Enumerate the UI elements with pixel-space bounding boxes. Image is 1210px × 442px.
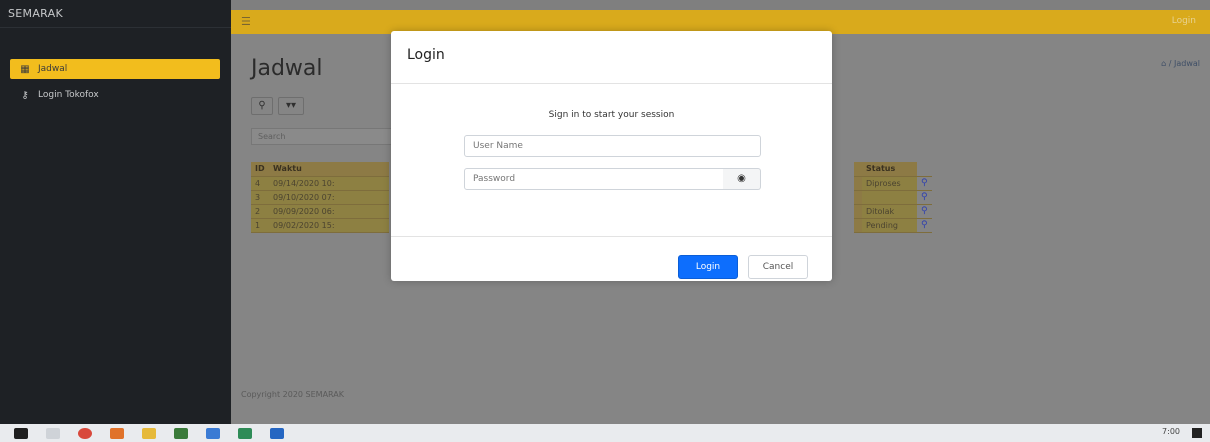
column-header-status[interactable]: Status bbox=[862, 162, 917, 177]
cell-id: 4 bbox=[251, 176, 269, 191]
table-row[interactable]: Pending ⚲ bbox=[854, 218, 932, 233]
calendar-icon: ▦ bbox=[20, 63, 30, 75]
app-icon[interactable] bbox=[174, 427, 188, 439]
browser-icon[interactable] bbox=[110, 427, 124, 439]
sidebar-item-login-tokofox[interactable]: ⚷ Login Tokofox bbox=[10, 85, 220, 105]
start-icon[interactable] bbox=[14, 427, 28, 439]
filter-icon: ▾▾ bbox=[285, 100, 297, 111]
table-row[interactable]: 1 09/02/2020 15: bbox=[251, 218, 389, 233]
sidebar-item-label: Jadwal bbox=[38, 64, 68, 74]
notification-icon[interactable] bbox=[1192, 428, 1202, 438]
filter-dropdown-button[interactable]: ▾▾ bbox=[278, 97, 304, 115]
header-spacer bbox=[917, 162, 932, 177]
breadcrumb: ⌂ / Jadwal bbox=[1161, 59, 1200, 68]
cell-waktu: 09/14/2020 10: bbox=[269, 176, 389, 191]
table-row[interactable]: 4 09/14/2020 10: bbox=[251, 176, 389, 191]
page-title: Jadwal bbox=[251, 56, 323, 81]
breadcrumb-current: / Jadwal bbox=[1168, 59, 1200, 68]
chart-app-icon[interactable] bbox=[206, 427, 220, 439]
eye-icon: ◉ bbox=[737, 173, 746, 184]
system-clock[interactable]: 7:00 bbox=[1162, 427, 1180, 436]
table-row[interactable]: Diproses ⚲ bbox=[854, 176, 932, 191]
cell-id: 3 bbox=[251, 190, 269, 205]
modal-subtitle: Sign in to start your session bbox=[548, 110, 675, 120]
login-modal: Login Sign in to start your session ◉ Lo… bbox=[391, 31, 832, 281]
row-edge bbox=[854, 176, 862, 191]
view-detail-icon[interactable]: ⚲ bbox=[917, 176, 932, 191]
table-header-edge bbox=[854, 162, 862, 177]
row-edge bbox=[854, 204, 862, 219]
row-edge bbox=[854, 218, 862, 233]
show-password-button[interactable]: ◉ bbox=[723, 168, 761, 190]
top-login-link[interactable]: Login bbox=[1172, 16, 1196, 26]
modal-footer: Login Cancel bbox=[391, 236, 832, 281]
sidebar: SEMARAK ▦ Jadwal ⚷ Login Tokofox bbox=[0, 0, 231, 424]
view-detail-icon[interactable]: ⚲ bbox=[917, 204, 932, 219]
sidebar-item-label: Login Tokofox bbox=[38, 90, 99, 100]
password-input[interactable] bbox=[464, 168, 724, 190]
excel-icon[interactable] bbox=[238, 427, 252, 439]
cell-id: 1 bbox=[251, 218, 269, 233]
cell-waktu: 09/02/2020 15: bbox=[269, 218, 389, 233]
search-icon: ⚲ bbox=[258, 100, 266, 111]
column-header-waktu[interactable]: Waktu bbox=[269, 162, 389, 177]
modal-title: Login bbox=[391, 31, 832, 84]
table-row[interactable]: 3 09/10/2020 07: bbox=[251, 190, 389, 205]
cell-status: Ditolak bbox=[862, 204, 917, 219]
outlook-icon[interactable] bbox=[270, 427, 284, 439]
view-detail-icon[interactable]: ⚲ bbox=[917, 190, 932, 205]
schedule-table: ID Waktu 4 09/14/2020 10: 3 09/10/2020 0… bbox=[251, 162, 389, 233]
table-row[interactable]: ⚲ bbox=[854, 190, 932, 205]
chrome-icon[interactable] bbox=[78, 427, 92, 439]
view-detail-icon[interactable]: ⚲ bbox=[917, 218, 932, 233]
home-icon[interactable]: ⌂ bbox=[1161, 59, 1166, 68]
cell-status: Pending bbox=[862, 218, 917, 233]
brand-title: SEMARAK bbox=[0, 0, 231, 28]
key-icon: ⚷ bbox=[21, 89, 29, 101]
row-edge bbox=[854, 190, 862, 205]
status-column: Status Diproses ⚲ ⚲ Ditolak ⚲ Pending ⚲ bbox=[854, 162, 932, 233]
folder-icon[interactable] bbox=[142, 427, 156, 439]
cancel-button[interactable]: Cancel bbox=[748, 255, 808, 279]
cell-status bbox=[862, 190, 917, 205]
column-header-id[interactable]: ID bbox=[251, 162, 269, 177]
username-input[interactable] bbox=[464, 135, 761, 157]
page-footer: Copyright 2020 SEMARAK bbox=[241, 390, 344, 399]
os-taskbar: 7:00 bbox=[0, 424, 1210, 442]
cell-id: 2 bbox=[251, 204, 269, 219]
search-toggle-button[interactable]: ⚲ bbox=[251, 97, 273, 115]
cell-waktu: 09/09/2020 06: bbox=[269, 204, 389, 219]
menu-toggle-icon[interactable]: ☰ bbox=[241, 15, 251, 28]
search-taskbar-icon[interactable] bbox=[46, 427, 60, 439]
login-button[interactable]: Login bbox=[678, 255, 738, 279]
cell-status: Diproses bbox=[862, 176, 917, 191]
search-input[interactable]: Search bbox=[251, 128, 401, 145]
table-row[interactable]: Ditolak ⚲ bbox=[854, 204, 932, 219]
sidebar-item-jadwal[interactable]: ▦ Jadwal bbox=[10, 59, 220, 79]
cell-waktu: 09/10/2020 07: bbox=[269, 190, 389, 205]
table-row[interactable]: 2 09/09/2020 06: bbox=[251, 204, 389, 219]
